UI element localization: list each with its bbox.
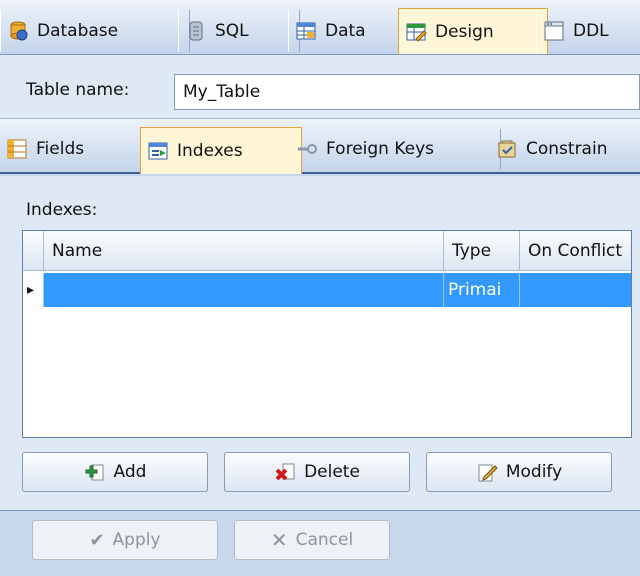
tab-sql[interactable]: SQL — [178, 10, 300, 52]
tab-data-label: Data — [325, 21, 366, 41]
delete-button-label: Delete — [304, 462, 360, 482]
tab-data[interactable]: Data — [288, 10, 412, 52]
design-table-icon — [405, 21, 427, 43]
tab-design[interactable]: Design — [398, 8, 548, 55]
indexes-icon — [147, 140, 169, 162]
cell-name[interactable] — [43, 273, 443, 307]
tab-constraints[interactable]: Constrain — [490, 129, 640, 169]
tab-fields-label: Fields — [36, 139, 85, 159]
design-tab-strip: Fields Indexes Foreign Keys Constrain — [0, 118, 640, 174]
tab-foreign-keys-label: Foreign Keys — [326, 139, 435, 159]
cancel-button-label: Cancel — [295, 530, 354, 550]
tab-sql-label: SQL — [215, 21, 249, 41]
tab-design-label: Design — [435, 22, 494, 42]
column-header-type[interactable]: Type — [443, 231, 519, 271]
grid-header: Name Type On Conflict — [23, 231, 631, 271]
tab-database[interactable]: Database — [0, 10, 190, 52]
cancel-button[interactable]: ✕ Cancel — [234, 520, 390, 560]
tab-ddl-label: DDL — [573, 21, 609, 41]
tab-ddl[interactable]: DDL — [536, 10, 640, 52]
tab-fields[interactable]: Fields — [0, 129, 151, 169]
fields-icon — [6, 138, 28, 160]
ddl-window-icon — [543, 20, 565, 42]
table-name-input[interactable] — [174, 74, 640, 110]
table-row[interactable]: ▸ Primai — [23, 273, 631, 307]
delete-button[interactable]: Delete — [224, 452, 410, 492]
tab-indexes-label: Indexes — [177, 141, 243, 161]
cell-type[interactable]: Primai — [443, 273, 519, 307]
key-icon — [296, 138, 318, 160]
apply-button[interactable]: ✔ Apply — [32, 520, 218, 560]
indexes-label: Indexes: — [26, 200, 98, 220]
header-indicator-cell — [23, 231, 43, 271]
tab-indexes[interactable]: Indexes — [140, 127, 302, 174]
add-button-label: Add — [113, 462, 147, 482]
tab-database-label: Database — [37, 21, 119, 41]
table-name-label: Table name: — [26, 80, 130, 100]
column-header-name[interactable]: Name — [43, 231, 443, 271]
checkmark-icon: ✔ — [89, 529, 105, 551]
close-icon: ✕ — [270, 528, 288, 552]
tab-constraints-label: Constrain — [526, 139, 608, 159]
add-icon — [84, 461, 106, 483]
modify-button[interactable]: Modify — [426, 452, 612, 492]
row-indicator: ▸ — [23, 273, 43, 307]
delete-icon — [274, 461, 296, 483]
main-tab-strip: Database SQL Data Design DDL — [0, 0, 640, 55]
indexes-grid[interactable]: Name Type On Conflict ▸ Primai — [22, 230, 632, 438]
database-icon — [7, 20, 29, 42]
constraints-icon — [496, 138, 518, 160]
column-header-on-conflict[interactable]: On Conflict — [519, 231, 631, 271]
sql-scroll-icon — [185, 20, 207, 42]
cell-on-conflict[interactable] — [519, 273, 631, 307]
tab-foreign-keys[interactable]: Foreign Keys — [290, 129, 501, 169]
modify-icon — [476, 461, 498, 483]
modify-button-label: Modify — [505, 462, 563, 482]
row-arrow-icon: ▸ — [27, 282, 35, 298]
add-button[interactable]: Add — [22, 452, 208, 492]
data-grid-icon — [295, 20, 317, 42]
apply-button-label: Apply — [112, 530, 161, 550]
